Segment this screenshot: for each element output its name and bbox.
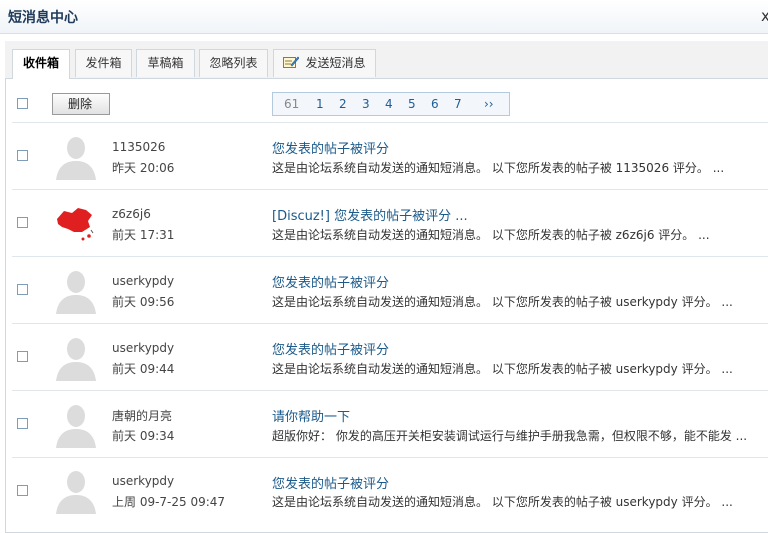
message-preview: 这是由论坛系统自动发送的通知短消息。 以下您所发表的帖子被 userkypdy … — [272, 362, 733, 376]
avatar-default-icon — [52, 333, 100, 381]
divider — [12, 256, 768, 257]
tab-outbox[interactable]: 发件箱 — [75, 49, 132, 77]
page-link-7[interactable]: 7 — [454, 97, 462, 111]
sender-name[interactable]: 1135026 — [112, 140, 165, 154]
message-subject[interactable]: 您发表的帖子被评分 — [272, 473, 389, 492]
page-total: 61 — [284, 97, 300, 111]
close-icon[interactable]: x — [761, 8, 768, 24]
tab-ignore-list[interactable]: 忽略列表 — [199, 49, 268, 77]
divider — [12, 122, 768, 123]
message-time: 前天 09:34 — [112, 429, 175, 443]
divider — [12, 457, 768, 458]
message-checkbox[interactable] — [17, 217, 28, 228]
tab-drafts[interactable]: 草稿箱 — [136, 49, 195, 77]
message-time: 上周 09-7-25 09:47 — [112, 495, 226, 509]
avatar-default-icon — [52, 466, 100, 514]
message-preview: 超版你好： 你发的高压开关柜安装调试运行与维护手册我急需，但权限不够，能不能发 … — [272, 429, 748, 443]
message-subject[interactable]: 您发表的帖子被评分 — [272, 339, 389, 358]
divider — [12, 390, 768, 391]
message-subject[interactable]: 您发表的帖子被评分 — [272, 272, 389, 291]
page-link-6[interactable]: 6 — [431, 97, 439, 111]
page-link-2[interactable]: 2 — [339, 97, 347, 111]
tab-send-message[interactable]: 发送短消息 — [273, 49, 376, 77]
avatar-default-icon — [52, 132, 100, 180]
tab-inbox[interactable]: 收件箱 — [12, 49, 70, 79]
sender-name[interactable]: 唐朝的月亮 — [112, 407, 172, 424]
sender-name[interactable]: userkypdy — [112, 474, 174, 488]
message-time: 前天 09:56 — [112, 295, 175, 309]
send-message-label: 发送短消息 — [305, 56, 366, 70]
select-all-checkbox[interactable] — [17, 98, 28, 109]
message-checkbox[interactable] — [17, 284, 28, 295]
avatar-default-icon — [52, 266, 100, 314]
message-preview: 这是由论坛系统自动发送的通知短消息。 以下您所发表的帖子被 z6z6j6 评分。… — [272, 228, 710, 242]
divider — [12, 189, 768, 190]
sender-name[interactable]: userkypdy — [112, 341, 174, 355]
message-subject[interactable]: 请你帮助一下 — [272, 406, 350, 425]
message-time: 前天 17:31 — [112, 228, 175, 242]
sender-name[interactable]: z6z6j6 — [112, 207, 151, 221]
message-preview: 这是由论坛系统自动发送的通知短消息。 以下您所发表的帖子被 userkypdy … — [272, 295, 733, 309]
page-link-3[interactable]: 3 — [362, 97, 370, 111]
divider — [12, 323, 768, 324]
message-time: 昨天 20:06 — [112, 161, 175, 175]
message-checkbox[interactable] — [17, 351, 28, 362]
message-checkbox[interactable] — [17, 150, 28, 161]
message-checkbox[interactable] — [17, 485, 28, 496]
sender-name[interactable]: userkypdy — [112, 274, 174, 288]
page-link-1[interactable]: 1 — [316, 97, 324, 111]
avatar-china-map-icon — [52, 199, 100, 247]
message-subject[interactable]: 您发表的帖子被评分 — [272, 138, 389, 157]
page-link-5[interactable]: 5 — [408, 97, 416, 111]
message-preview: 这是由论坛系统自动发送的通知短消息。 以下您所发表的帖子被 1135026 评分… — [272, 161, 725, 175]
delete-button[interactable]: 删除 — [52, 93, 110, 115]
message-subject[interactable]: [Discuz!] 您发表的帖子被评分 ... — [272, 205, 468, 224]
message-time: 前天 09:44 — [112, 362, 175, 376]
message-checkbox[interactable] — [17, 418, 28, 429]
compose-icon — [283, 52, 300, 68]
title-bar: 短消息中心 x — [0, 0, 768, 34]
message-preview: 这是由论坛系统自动发送的通知短消息。 以下您所发表的帖子被 userkypdy … — [272, 495, 733, 509]
page-link-4[interactable]: 4 — [385, 97, 393, 111]
avatar-default-icon — [52, 400, 100, 448]
window-title: 短消息中心 — [8, 10, 78, 26]
next-page-link[interactable]: ›› — [484, 97, 494, 111]
